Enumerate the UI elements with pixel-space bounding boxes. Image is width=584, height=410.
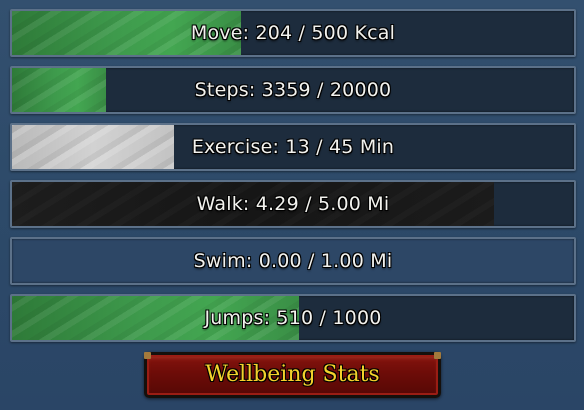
stat-bar-swim: Swim: 0.00 / 1.00 Mi bbox=[10, 237, 576, 285]
stat-bar-exercise: Exercise: 13 / 45 Min bbox=[10, 123, 576, 171]
stat-bar-steps: Steps: 3359 / 20000 bbox=[10, 66, 576, 114]
stat-bar-jumps-label: Jumps: 510 / 1000 bbox=[204, 307, 382, 329]
wellbeing-stats-label: Wellbeing Stats bbox=[205, 362, 380, 387]
stat-bar-exercise-label: Exercise: 13 / 45 Min bbox=[191, 136, 395, 158]
stat-bar-walk-label: Walk: 4.29 / 5.00 Mi bbox=[196, 193, 390, 215]
stat-bar-steps-label: Steps: 3359 / 20000 bbox=[194, 79, 392, 101]
stat-bar-move-label: Move: 204 / 500 Kcal bbox=[190, 22, 396, 44]
stat-bar-swim-label: Swim: 0.00 / 1.00 Mi bbox=[193, 250, 393, 272]
stats-panel: Move: 204 / 500 Kcal Steps: 3359 / 20000… bbox=[0, 0, 584, 410]
stat-bar-jumps: Jumps: 510 / 1000 bbox=[10, 294, 576, 342]
stat-bar-move: Move: 204 / 500 Kcal bbox=[10, 9, 576, 57]
wellbeing-stats-button[interactable]: Wellbeing Stats bbox=[144, 352, 441, 398]
stat-bar-walk: Walk: 4.29 / 5.00 Mi bbox=[10, 180, 576, 228]
